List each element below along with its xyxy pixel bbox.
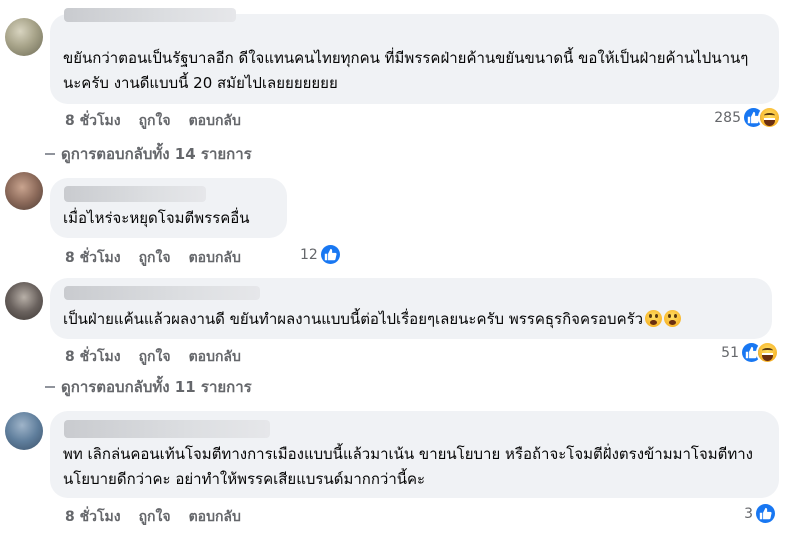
comment-text: พท เลิกล่นคอนเท้นโจมตีทางการเมืองแบบนี้แ… — [63, 445, 753, 488]
author-name-blurred[interactable] — [64, 8, 236, 22]
comment-bubble: เมื่อไหร่จะหยุดโจมตีพรรคอื่น — [50, 178, 287, 238]
astonished-emoji-icon — [664, 310, 682, 327]
like-icon — [320, 245, 340, 264]
reaction-summary[interactable]: 3 — [744, 504, 775, 523]
view-replies-label: ดูการตอบกลับทั้ง 14 รายการ — [61, 145, 252, 163]
reaction-count: 285 — [714, 109, 741, 126]
comment-actions: 8 ชั่วโมง ถูกใจ ตอบกลับ — [65, 110, 241, 132]
commenter-avatar[interactable] — [5, 412, 43, 450]
view-replies-link[interactable]: ดูการตอบกลับทั้ง 14 รายการ — [45, 142, 252, 166]
reply-button[interactable]: ตอบกลับ — [189, 110, 241, 132]
author-name-blurred[interactable] — [64, 186, 206, 202]
view-replies-label: ดูการตอบกลับทั้ง 11 รายการ — [61, 378, 252, 396]
comment-actions: 8 ชั่วโมง ถูกใจ ตอบกลับ — [65, 247, 241, 269]
reaction-count: 51 — [721, 344, 739, 361]
comment-actions: 8 ชั่วโมง ถูกใจ ตอบกลับ — [65, 346, 241, 368]
reaction-count: 12 — [300, 246, 318, 263]
comment-bubble: ขยันกว่าตอนเป็นรัฐบาลอีก ดีใจแทนคนไทยทุก… — [50, 8, 779, 104]
comment-text: เมื่อไหร่จะหยุดโจมตีพรรคอื่น — [63, 209, 250, 227]
commenter-avatar[interactable] — [5, 172, 43, 210]
reaction-count: 3 — [744, 505, 753, 522]
like-button[interactable]: ถูกใจ — [139, 247, 171, 269]
reaction-summary[interactable]: 51 — [721, 343, 777, 362]
reply-thread-line — [45, 386, 55, 388]
reaction-summary[interactable]: 12 — [300, 245, 340, 264]
like-button[interactable]: ถูกใจ — [139, 346, 171, 368]
comment-text: เป็นฝ่ายแค้นแล้วผลงานดี ขยันทำผลงานแบบนี… — [63, 310, 644, 328]
reply-button[interactable]: ตอบกลับ — [189, 346, 241, 368]
comment-text: ขยันกว่าตอนเป็นรัฐบาลอีก ดีใจแทนคนไทยทุก… — [63, 49, 749, 92]
like-button[interactable]: ถูกใจ — [139, 110, 171, 132]
view-replies-link[interactable]: ดูการตอบกลับทั้ง 11 รายการ — [45, 375, 252, 399]
comment-actions: 8 ชั่วโมง ถูกใจ ตอบกลับ — [65, 506, 241, 528]
reply-button[interactable]: ตอบกลับ — [189, 247, 241, 269]
haha-icon — [760, 108, 779, 127]
comment-text-wrapper: เป็นฝ่ายแค้นแล้วผลงานดี ขยันทำผลงานแบบนี… — [63, 307, 758, 332]
commenter-avatar[interactable] — [5, 18, 43, 56]
like-icon — [756, 504, 775, 523]
reaction-summary[interactable]: 285 — [714, 108, 779, 127]
comment-timestamp[interactable]: 8 ชั่วโมง — [65, 110, 121, 132]
commenter-avatar[interactable] — [5, 282, 43, 320]
reply-button[interactable]: ตอบกลับ — [189, 506, 241, 528]
comment-timestamp[interactable]: 8 ชั่วโมง — [65, 346, 121, 368]
comment-timestamp[interactable]: 8 ชั่วโมง — [65, 247, 121, 269]
comment-bubble: เป็นฝ่ายแค้นแล้วผลงานดี ขยันทำผลงานแบบนี… — [50, 278, 772, 339]
comment-timestamp[interactable]: 8 ชั่วโมง — [65, 506, 121, 528]
comment-bubble: พท เลิกล่นคอนเท้นโจมตีทางการเมืองแบบนี้แ… — [50, 411, 779, 498]
haha-icon — [758, 343, 777, 362]
like-button[interactable]: ถูกใจ — [139, 506, 171, 528]
astonished-emoji-icon — [645, 310, 663, 327]
reply-thread-line — [45, 153, 55, 155]
author-name-blurred[interactable] — [64, 420, 270, 438]
author-name-blurred[interactable] — [64, 286, 260, 300]
